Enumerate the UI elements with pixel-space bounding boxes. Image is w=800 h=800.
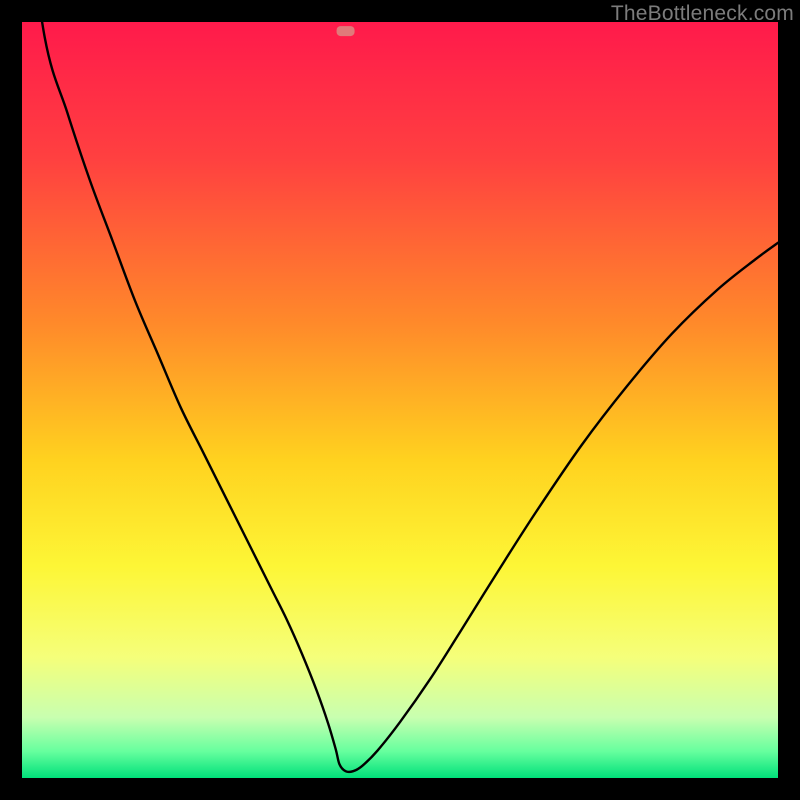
bottleneck-chart	[22, 22, 778, 778]
chart-frame	[22, 22, 778, 778]
gradient-background	[22, 22, 778, 778]
watermark-text: TheBottleneck.com	[611, 2, 794, 26]
minimum-marker	[337, 26, 355, 36]
